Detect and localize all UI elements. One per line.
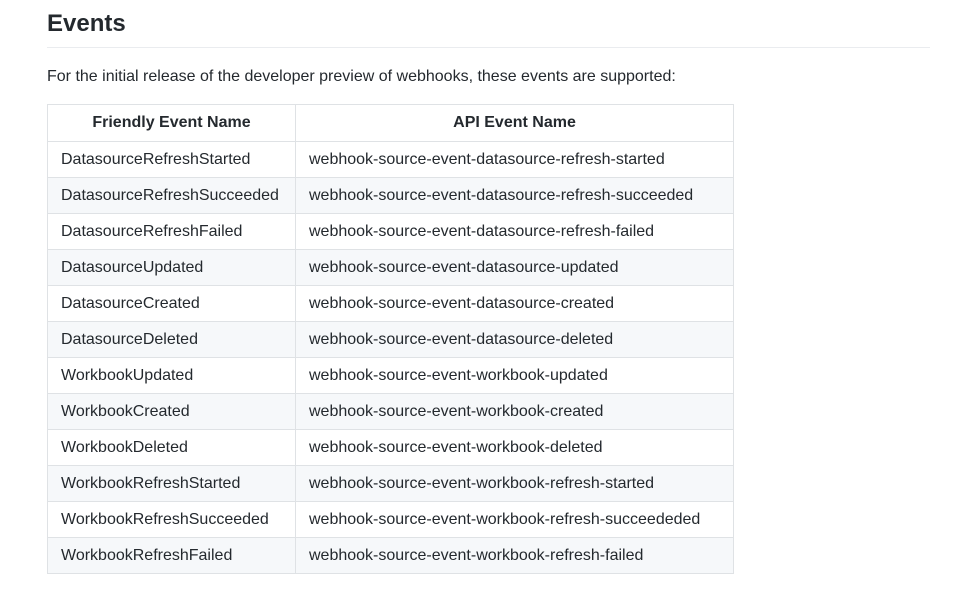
api-event-name-cell: webhook-source-event-workbook-updated xyxy=(295,357,734,394)
friendly-event-name-cell: WorkbookRefreshStarted xyxy=(47,465,296,502)
table-row: WorkbookRefreshSucceeded webhook-source-… xyxy=(47,501,734,538)
friendly-event-name-cell: DatasourceRefreshStarted xyxy=(47,141,296,178)
api-event-name-cell: webhook-source-event-workbook-deleted xyxy=(295,429,734,466)
api-event-name-cell: webhook-source-event-datasource-created xyxy=(295,285,734,322)
events-table: Friendly Event Name API Event Name Datas… xyxy=(47,104,734,574)
table-row: DatasourceRefreshFailed webhook-source-e… xyxy=(47,213,734,250)
friendly-event-name-cell: DatasourceDeleted xyxy=(47,321,296,358)
api-event-name-cell: webhook-source-event-datasource-refresh-… xyxy=(295,177,734,214)
friendly-event-name-cell: WorkbookCreated xyxy=(47,393,296,430)
friendly-event-name-cell: WorkbookRefreshSucceeded xyxy=(47,501,296,538)
table-row: DatasourceRefreshSucceeded webhook-sourc… xyxy=(47,177,734,214)
table-row: WorkbookCreated webhook-source-event-wor… xyxy=(47,393,734,430)
api-event-name-cell: webhook-source-event-workbook-refresh-st… xyxy=(295,465,734,502)
api-event-name-cell: webhook-source-event-workbook-created xyxy=(295,393,734,430)
friendly-event-name-cell: DatasourceUpdated xyxy=(47,249,296,286)
document-section: Events For the initial release of the de… xyxy=(47,0,930,574)
friendly-event-name-cell: WorkbookDeleted xyxy=(47,429,296,466)
column-header-friendly-name: Friendly Event Name xyxy=(47,104,296,142)
api-event-name-cell: webhook-source-event-datasource-deleted xyxy=(295,321,734,358)
api-event-name-cell: webhook-source-event-datasource-updated xyxy=(295,249,734,286)
table-row: DatasourceRefreshStarted webhook-source-… xyxy=(47,141,734,178)
api-event-name-cell: webhook-source-event-datasource-refresh-… xyxy=(295,213,734,250)
friendly-event-name-cell: WorkbookRefreshFailed xyxy=(47,537,296,574)
table-row: WorkbookRefreshFailed webhook-source-eve… xyxy=(47,537,734,574)
section-title: Events xyxy=(47,0,930,48)
column-header-api-name: API Event Name xyxy=(295,104,734,142)
table-header-row: Friendly Event Name API Event Name xyxy=(47,104,734,142)
table-row: WorkbookRefreshStarted webhook-source-ev… xyxy=(47,465,734,502)
table-row: WorkbookUpdated webhook-source-event-wor… xyxy=(47,357,734,394)
table-row: DatasourceDeleted webhook-source-event-d… xyxy=(47,321,734,358)
table-row: WorkbookDeleted webhook-source-event-wor… xyxy=(47,429,734,466)
intro-paragraph: For the initial release of the developer… xyxy=(47,68,676,85)
friendly-event-name-cell: DatasourceCreated xyxy=(47,285,296,322)
table-row: DatasourceUpdated webhook-source-event-d… xyxy=(47,249,734,286)
api-event-name-cell: webhook-source-event-datasource-refresh-… xyxy=(295,141,734,178)
friendly-event-name-cell: DatasourceRefreshSucceeded xyxy=(47,177,296,214)
api-event-name-cell: webhook-source-event-workbook-refresh-su… xyxy=(295,501,734,538)
friendly-event-name-cell: WorkbookUpdated xyxy=(47,357,296,394)
api-event-name-cell: webhook-source-event-workbook-refresh-fa… xyxy=(295,537,734,574)
table-row: DatasourceCreated webhook-source-event-d… xyxy=(47,285,734,322)
friendly-event-name-cell: DatasourceRefreshFailed xyxy=(47,213,296,250)
